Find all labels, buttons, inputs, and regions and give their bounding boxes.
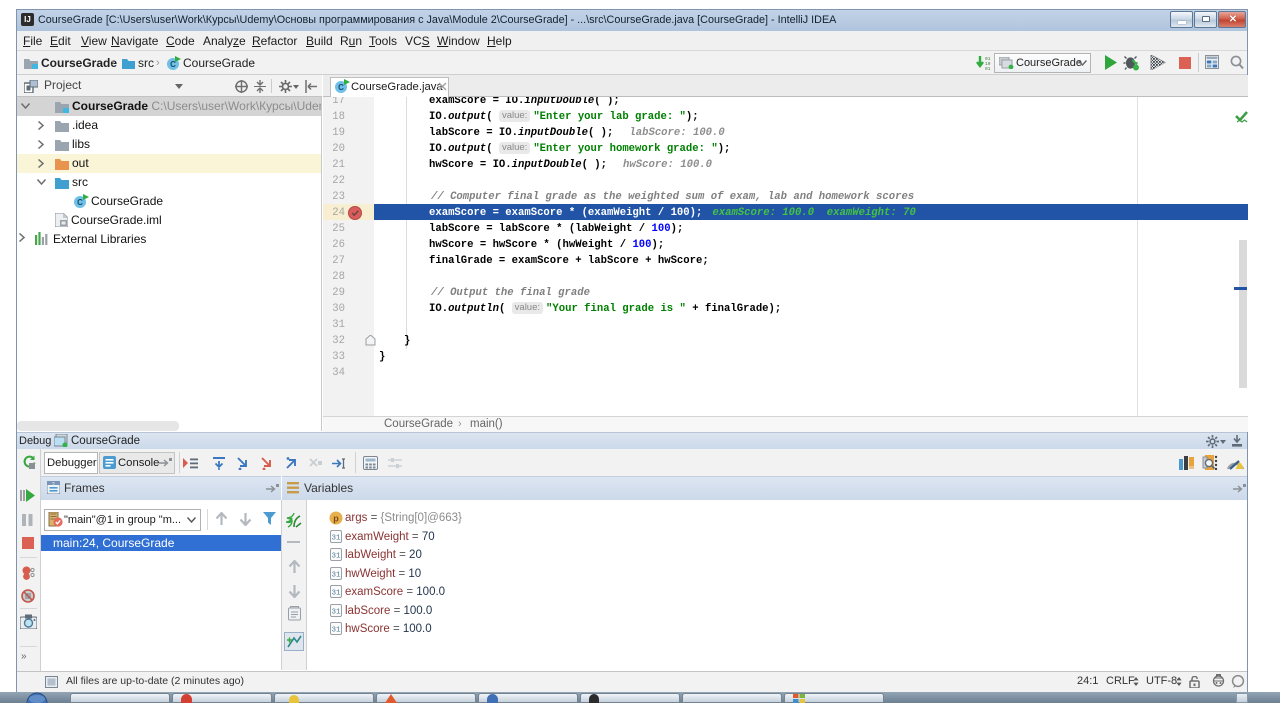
svg-text:C: C <box>338 83 344 92</box>
svg-text:31: 31 <box>331 590 341 598</box>
svg-text:31: 31 <box>331 572 341 580</box>
svg-text:31: 31 <box>331 535 341 543</box>
svg-text:31: 31 <box>331 553 341 561</box>
svg-text:31: 31 <box>331 609 341 617</box>
svg-text:p: p <box>333 514 339 524</box>
svg-text:01: 01 <box>985 66 991 71</box>
svg-text:C: C <box>77 198 83 207</box>
svg-text:31: 31 <box>331 627 341 635</box>
